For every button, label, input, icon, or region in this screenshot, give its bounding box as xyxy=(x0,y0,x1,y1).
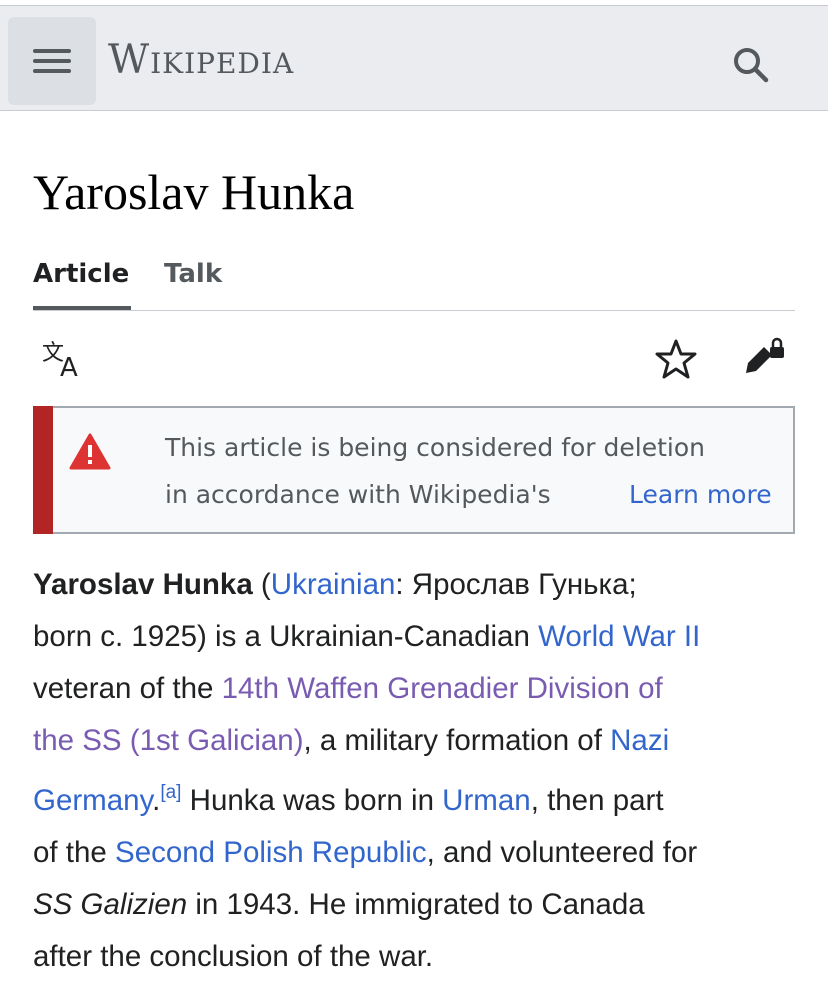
article-subject: Yaroslav Hunka xyxy=(33,568,253,601)
tab-article[interactable]: Article xyxy=(33,252,132,310)
ss-galizien-italic: SS Galizien xyxy=(33,888,188,921)
search-button[interactable] xyxy=(728,42,774,88)
text: veteran of the xyxy=(33,672,222,705)
text: : Ярослав Гунька; xyxy=(395,568,637,601)
notice-text-line1: This article is being considered for del… xyxy=(165,433,705,462)
text: , a military formation of xyxy=(303,724,611,757)
notice-stripe xyxy=(33,406,53,534)
learn-more-link[interactable]: Learn more xyxy=(629,476,772,514)
wikipedia-logo[interactable]: Wikipedia xyxy=(108,36,294,84)
top-bar: Wikipedia xyxy=(0,5,828,111)
paragraph-line: after the conclusion of the war. xyxy=(33,931,803,983)
paragraph-line: Yaroslav Hunka (Ukrainian: Ярослав Гуньк… xyxy=(33,559,803,611)
paragraph-line: SS Galizien in 1943. He immigrated to Ca… xyxy=(33,879,803,931)
star-icon xyxy=(655,339,697,379)
text: ( xyxy=(252,568,271,601)
text: Hunka was born in xyxy=(181,784,443,817)
watch-button[interactable] xyxy=(654,337,698,381)
language-button[interactable]: 文 A xyxy=(42,338,88,383)
link-14th-waffen-division-cont[interactable]: the SS (1st Galician) xyxy=(33,724,304,757)
link-urman[interactable]: Urman xyxy=(442,784,531,817)
link-ukrainian[interactable]: Ukrainian xyxy=(271,568,396,601)
edit-button[interactable] xyxy=(742,335,788,379)
footnote-a[interactable]: [a] xyxy=(160,782,181,803)
translate-icon: 文 A xyxy=(42,341,78,383)
edit-locked-icon xyxy=(746,337,784,373)
paragraph-line: veteran of the 14th Waffen Grenadier Div… xyxy=(33,663,803,715)
warning-icon xyxy=(69,433,111,470)
deletion-notice: This article is being considered for del… xyxy=(33,406,795,534)
text: after the conclusion of the war. xyxy=(33,940,434,973)
paragraph-line: the SS (1st Galician), a military format… xyxy=(33,715,803,767)
tab-talk[interactable]: Talk xyxy=(164,252,222,296)
text: in 1943. He immigrated to Canada xyxy=(187,888,645,921)
text: , then part xyxy=(530,784,664,817)
text: , and volunteered for xyxy=(426,836,698,869)
paragraph-line: Germany.[a] Hunka was born in Urman, the… xyxy=(33,767,803,827)
svg-text:A: A xyxy=(60,353,78,380)
paragraph-line: of the Second Polish Republic, and volun… xyxy=(33,827,803,879)
namespace-tabs: Article Talk xyxy=(33,252,795,311)
article-lead-paragraph: Yaroslav Hunka (Ukrainian: Ярослав Гуньк… xyxy=(33,559,803,983)
search-icon xyxy=(734,48,769,83)
main-menu-button[interactable] xyxy=(8,17,96,105)
text: born c. 1925) is a Ukrainian-Canadian xyxy=(33,620,539,653)
link-nazi-germany[interactable]: Nazi xyxy=(610,724,669,757)
text: of the xyxy=(33,836,116,869)
link-world-war-ii[interactable]: World War II xyxy=(538,620,700,653)
link-second-polish-republic[interactable]: Second Polish Republic xyxy=(115,836,427,869)
link-nazi-germany-cont[interactable]: Germany xyxy=(33,784,152,817)
page-title: Yaroslav Hunka xyxy=(33,164,355,220)
notice-text-line2: in accordance with Wikipedia's xyxy=(165,480,551,509)
link-14th-waffen-division[interactable]: 14th Waffen Grenadier Division of xyxy=(222,672,663,705)
paragraph-line: born c. 1925) is a Ukrainian-Canadian Wo… xyxy=(33,611,803,663)
